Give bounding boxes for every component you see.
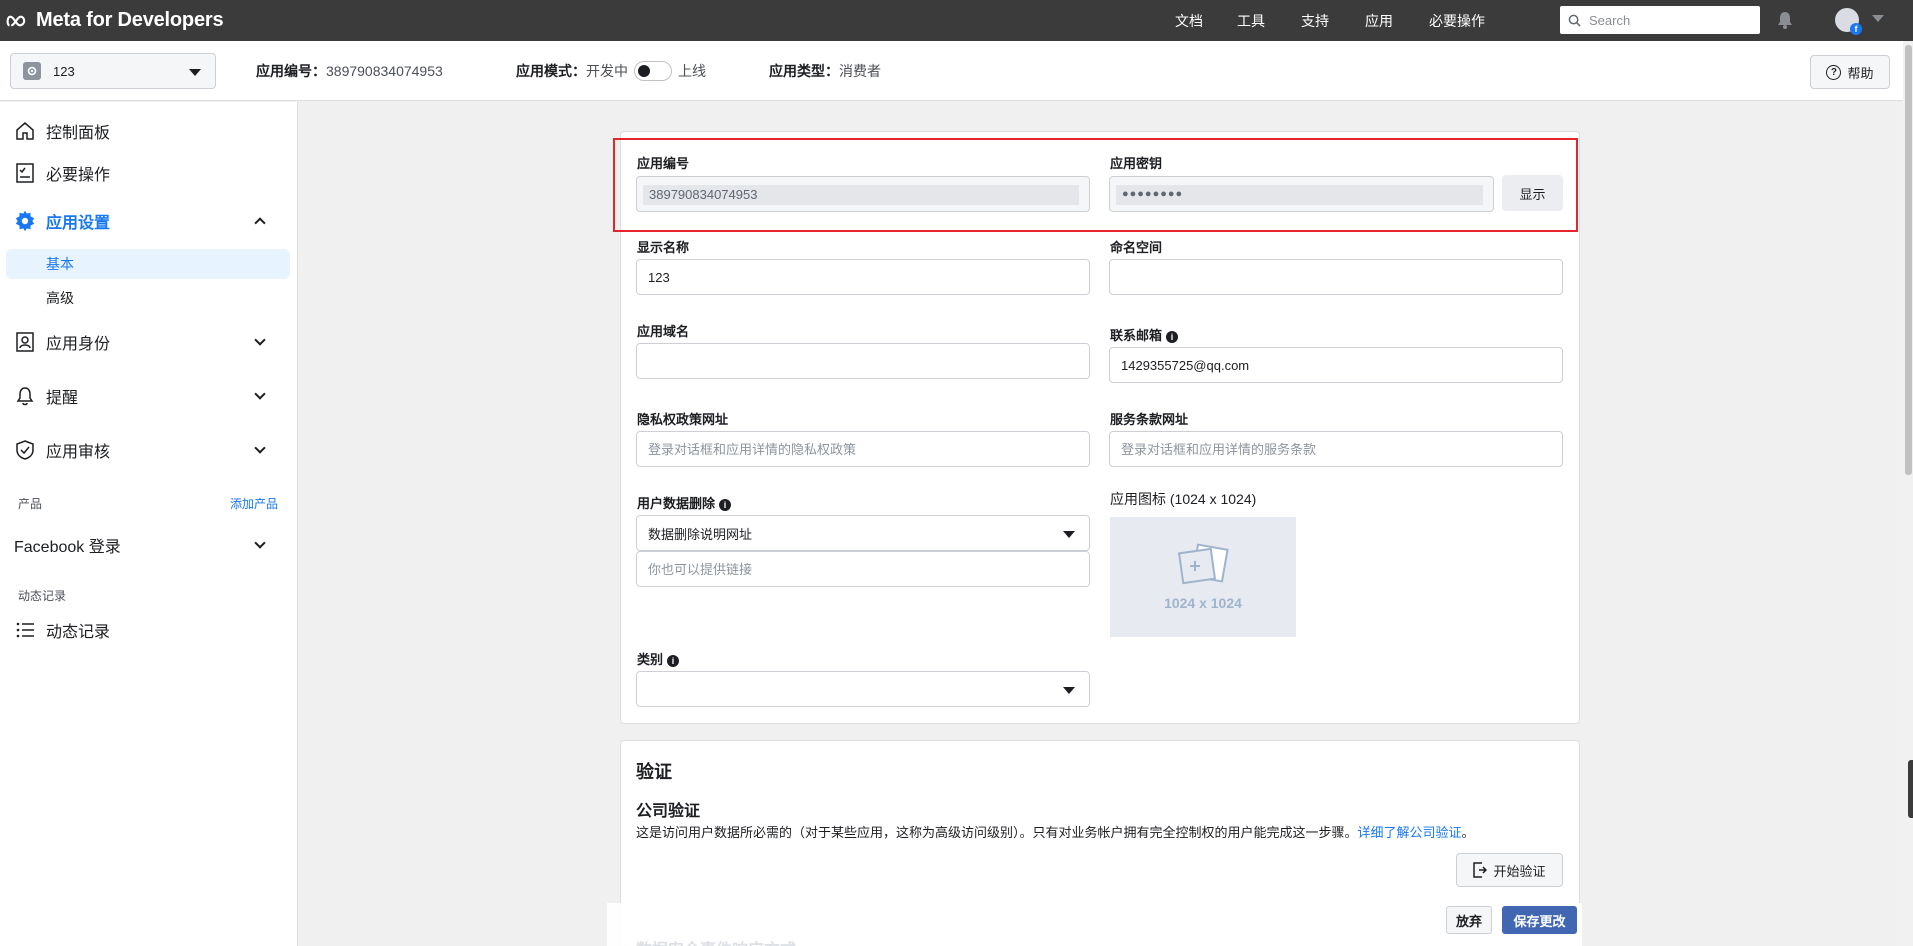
header-app-type: 应用类型：消费者 <box>769 63 881 79</box>
sidebar-item-app-settings[interactable]: 应用设置 <box>0 202 290 240</box>
learn-more-verification-link[interactable]: 详细了解公司验证 <box>1358 825 1462 840</box>
app-gear-icon <box>23 62 41 80</box>
user-avatar[interactable]: f <box>1835 8 1862 35</box>
display-name-label: 显示名称 <box>637 240 690 255</box>
sidebar-item-required-actions[interactable]: 必要操作 <box>0 154 290 192</box>
list-icon <box>14 619 36 641</box>
meta-infinity-icon <box>6 15 26 26</box>
sidebar: 控制面板 必要操作 应用设置 基本 高级 应用身份 提醒 应用审核 产品 添加产… <box>0 102 298 946</box>
app-domain-input[interactable] <box>636 343 1090 379</box>
add-product-link[interactable]: 添加产品 <box>230 495 278 512</box>
verification-title: 验证 <box>636 762 672 782</box>
app-name: 123 <box>53 63 75 79</box>
sidebar-item-activity-log[interactable]: 动态记录 <box>0 611 290 649</box>
checklist-icon <box>14 162 36 184</box>
chevron-down-icon <box>1063 687 1075 694</box>
header-app-mode: 应用模式：开发中 上线 <box>516 61 706 82</box>
logo-text: Meta for Developers <box>36 9 224 31</box>
nav-link-docs[interactable]: 文档 <box>1175 11 1203 31</box>
data-deletion-type-select[interactable]: 数据删除说明网址 <box>636 515 1090 551</box>
app-icon-upload[interactable]: 1024 x 1024 <box>1110 517 1296 637</box>
chevron-down-icon <box>254 442 266 454</box>
app-secret-label: 应用密钥 <box>1110 156 1163 171</box>
sidebar-item-app-identity[interactable]: 应用身份 <box>0 323 290 361</box>
app-domain-label: 应用域名 <box>637 324 690 339</box>
meta-logo[interactable]: Meta for Developers <box>6 9 224 32</box>
top-nav-links: 文档 工具 支持 应用 必要操作 <box>1175 0 1521 41</box>
scrollbar-thumb[interactable] <box>1905 45 1912 475</box>
user-data-deletion-label: 用户数据删除 i <box>637 493 732 512</box>
image-placeholder-icon <box>1177 543 1229 585</box>
display-name-input[interactable] <box>636 259 1090 295</box>
side-tab-handle[interactable] <box>1908 760 1913 818</box>
namespace-label: 命名空间 <box>1110 240 1163 255</box>
question-icon: ? <box>1826 64 1842 80</box>
app-id-label: 应用编号 <box>637 156 690 171</box>
chevron-down-icon <box>254 334 266 346</box>
info-icon[interactable]: i <box>719 499 732 511</box>
contact-email-input[interactable] <box>1109 347 1563 383</box>
sidebar-item-facebook-login[interactable]: Facebook 登录 <box>0 526 290 564</box>
shield-check-icon <box>14 439 36 461</box>
help-button[interactable]: ? 帮助 <box>1810 55 1890 89</box>
nav-link-required-actions[interactable]: 必要操作 <box>1429 11 1485 31</box>
app-icon-label: 应用图标 (1024 x 1024) <box>1110 491 1257 507</box>
info-icon[interactable]: i <box>1166 331 1179 343</box>
app-id-field[interactable]: 389790834074953 <box>636 176 1090 212</box>
contact-email-label: 联系邮箱 i <box>1110 325 1179 344</box>
nav-link-apps[interactable]: 应用 <box>1365 11 1393 31</box>
app-selector-dropdown[interactable]: 123 <box>10 53 216 89</box>
sidebar-subitem-advanced[interactable]: 高级 <box>6 283 290 313</box>
chevron-down-icon <box>189 69 201 76</box>
business-verification-description: 这是访问用户数据所必需的（对于某些应用，这称为高级访问级别）。只有对业务帐户拥有… <box>636 825 1475 840</box>
bell-icon <box>14 385 36 407</box>
facebook-badge-icon: f <box>1850 23 1862 35</box>
search-input[interactable] <box>1589 12 1749 28</box>
chevron-up-icon <box>254 217 266 229</box>
sidebar-item-alerts[interactable]: 提醒 <box>0 377 290 415</box>
sidebar-item-app-review[interactable]: 应用审核 <box>0 431 290 469</box>
nav-link-support[interactable]: 支持 <box>1301 11 1329 31</box>
sidebar-item-dashboard[interactable]: 控制面板 <box>0 112 290 150</box>
home-icon <box>14 120 36 142</box>
account-dropdown-caret-icon[interactable] <box>1872 15 1884 22</box>
privacy-policy-label: 隐私权政策网址 <box>637 412 729 427</box>
search-box <box>1560 6 1760 34</box>
data-deletion-url-input[interactable] <box>636 551 1090 587</box>
app-icon-size: 1024 x 1024 <box>1164 595 1242 611</box>
search-icon <box>1568 14 1581 27</box>
id-badge-icon <box>14 331 36 353</box>
save-changes-button[interactable]: 保存更改 <box>1502 906 1577 934</box>
terms-of-service-label: 服务条款网址 <box>1110 412 1189 427</box>
namespace-input[interactable] <box>1109 259 1563 295</box>
nav-link-tools[interactable]: 工具 <box>1237 11 1265 31</box>
header-app-id: 应用编号：389790834074953 <box>256 63 443 79</box>
privacy-policy-input[interactable] <box>636 431 1090 467</box>
notifications-bell-icon[interactable] <box>1775 10 1795 30</box>
app-mode-toggle[interactable] <box>634 61 672 82</box>
show-secret-button[interactable]: 显示 <box>1502 175 1563 211</box>
discard-button[interactable]: 放弃 <box>1446 906 1492 934</box>
info-icon[interactable]: i <box>667 655 680 667</box>
top-navigation-bar: Meta for Developers 文档 工具 支持 应用 必要操作 f <box>0 0 1913 41</box>
category-label: 类别 i <box>637 649 680 668</box>
start-verification-button[interactable]: 开始验证 <box>1456 853 1563 887</box>
sidebar-subitem-basic[interactable]: 基本 <box>6 249 290 279</box>
chevron-down-icon <box>1063 531 1075 538</box>
chevron-down-icon <box>254 388 266 400</box>
products-section-label: 产品 <box>18 497 43 511</box>
gear-icon <box>14 210 36 232</box>
activity-section-label: 动态记录 <box>18 589 67 603</box>
business-verification-title: 公司验证 <box>636 803 701 820</box>
exit-door-icon <box>1473 862 1488 878</box>
app-secret-field[interactable]: ●●●●●●●● <box>1109 176 1494 212</box>
category-select[interactable] <box>636 671 1090 707</box>
terms-of-service-input[interactable] <box>1109 431 1563 467</box>
next-section-title: 数据安全事件响应方式 <box>636 936 796 946</box>
app-info-header: 123 应用编号：389790834074953 应用模式：开发中 上线 应用类型… <box>0 41 1913 101</box>
chevron-down-icon <box>254 537 266 549</box>
